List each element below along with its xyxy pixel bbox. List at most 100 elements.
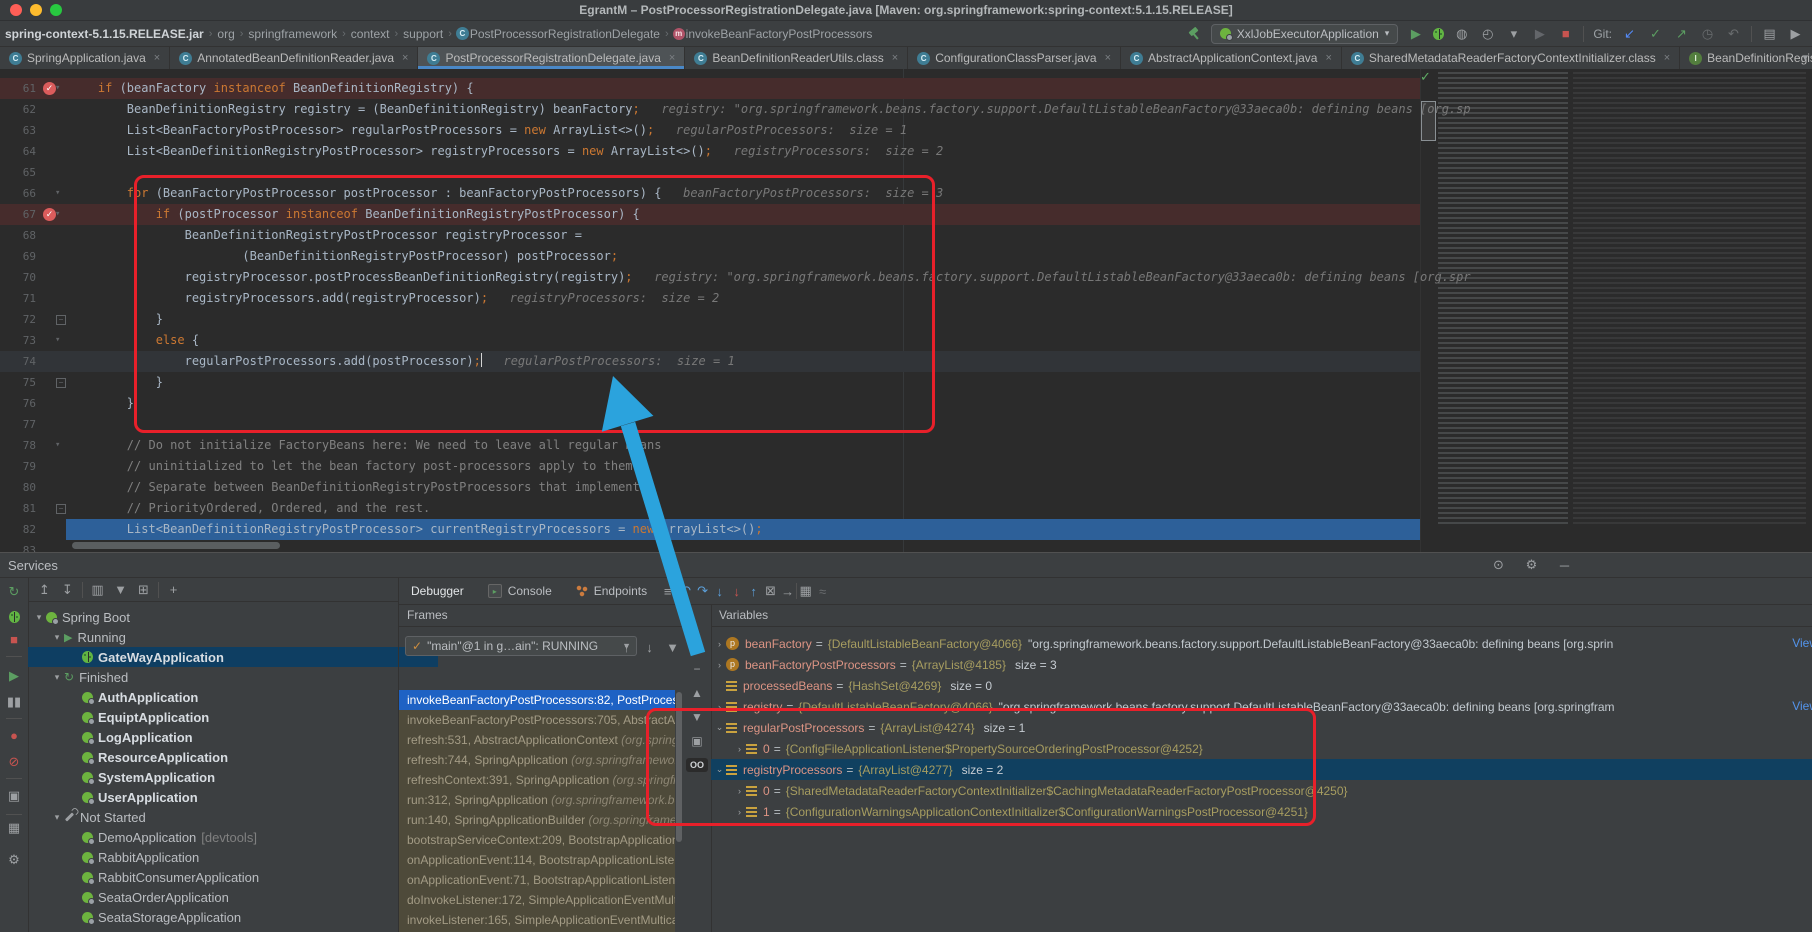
frames-next-frame-icon[interactable]: ↓	[641, 638, 658, 656]
frame-row[interactable]: onApplicationEvent:114, BootstrapApplica…	[399, 850, 675, 870]
code-line-82[interactable]: 82 List<BeanDefinitionRegistryPostProces…	[0, 519, 1420, 540]
git-rollback-icon[interactable]: ↶	[1725, 25, 1742, 43]
services-header-settings-icon[interactable]: ⚙	[1523, 556, 1540, 574]
toolwindow-project-structure-icon[interactable]: ▤	[1761, 25, 1778, 43]
view-link[interactable]: View	[1792, 633, 1812, 654]
toolbar-profiler-arrow-icon[interactable]: ▾	[1505, 25, 1522, 43]
view-link[interactable]: View	[1792, 696, 1812, 717]
hidden-tabs-icon[interactable]: ▾	[1802, 51, 1808, 64]
breadcrumb-item-method[interactable]: invokeBeanFactoryPostProcessors	[685, 27, 874, 41]
debugger-step-out-icon[interactable]: ↑	[745, 582, 762, 600]
frame-row[interactable]: refresh:744, SpringApplication (org.spri…	[399, 750, 675, 770]
debug-pause-icon[interactable]: ▮▮	[0, 694, 28, 710]
frame-row[interactable]: invokeBeanFactoryPostProcessors:705, Abs…	[399, 710, 675, 730]
debugger-trace-stream-icon[interactable]: ≈	[814, 582, 831, 600]
tab-annotatedbeandefinitionreader-java[interactable]: CAnnotatedBeanDefinitionReader.java×	[170, 47, 418, 69]
debug-resume-icon[interactable]: ▶	[0, 668, 28, 684]
close-icon[interactable]: ×	[402, 52, 408, 64]
variable-row-beanfactorypostprocessors[interactable]: ›pbeanFactoryPostProcessors={ArrayList@4…	[711, 654, 1812, 675]
close-icon[interactable]: ×	[1664, 52, 1670, 64]
service-item-systemapplication[interactable]: SystemApplication	[28, 767, 438, 787]
close-icon[interactable]: ×	[1105, 52, 1111, 64]
toolbar-debug-icon[interactable]	[1433, 28, 1444, 40]
remove-watch-icon[interactable]: −	[683, 662, 711, 676]
tab-console[interactable]: ▸Console	[476, 578, 564, 604]
tab-sharedmetadatareaderfactorycontextinitializer-class[interactable]: CSharedMetadataReaderFactoryContextIniti…	[1342, 47, 1680, 69]
git-update-project-icon[interactable]: ↙	[1621, 25, 1638, 43]
debug-mute-breakpoints-icon[interactable]: ●	[0, 728, 28, 743]
service-item-userapplication[interactable]: UserApplication	[28, 787, 438, 807]
fold-end-marker-icon[interactable]: −	[56, 504, 66, 514]
tab-configurationclassparser-java[interactable]: CConfigurationClassParser.java×	[908, 47, 1121, 69]
tab-debugger[interactable]: Debugger	[399, 578, 476, 604]
frames-filter-frames-icon[interactable]: ▼	[664, 638, 681, 656]
add-watch-icon[interactable]: +	[683, 638, 711, 652]
tab-springapplication-java[interactable]: CSpringApplication.java×	[0, 47, 170, 69]
close-icon[interactable]: ×	[1325, 52, 1331, 64]
service-item-gatewayapplication[interactable]: GateWayApplication	[28, 647, 438, 667]
debugger-layout-settings-icon[interactable]: ≡	[659, 582, 676, 600]
error-stripe[interactable]	[1420, 69, 1438, 552]
service-item-authapplication[interactable]: AuthApplication	[28, 687, 438, 707]
debug-no-breakpoints-icon[interactable]: ⊘	[0, 754, 28, 770]
frame-row[interactable]: onApplicationEvent:71, BootstrapApplicat…	[399, 870, 675, 890]
service-item-logapplication[interactable]: LogApplication	[28, 727, 438, 747]
breadcrumb-item-springframework[interactable]: springframework	[247, 27, 338, 41]
debugger-run-to-cursor-icon[interactable]: →	[779, 582, 796, 600]
frame-row[interactable]: refreshContext:391, SpringApplication (o…	[399, 770, 675, 790]
toolbar-run-icon[interactable]: ▶	[1407, 25, 1424, 43]
tab-abstractapplicationcontext-java[interactable]: CAbstractApplicationContext.java×	[1121, 47, 1342, 69]
breadcrumb-item-context[interactable]: context	[350, 27, 391, 41]
code-line-63[interactable]: 63 List<BeanFactoryPostProcessor> regula…	[0, 120, 1420, 141]
service-item-demoapplication[interactable]: DemoApplication[devtools]	[28, 827, 438, 847]
service-item-seatastorageapplication[interactable]: SeataStorageApplication	[28, 907, 438, 927]
service-item-running[interactable]: ▾▶Running	[28, 627, 420, 647]
tab-beandefinitionreaderutils-class[interactable]: CBeanDefinitionReaderUtils.class×	[685, 47, 908, 69]
fold-marker-icon[interactable]: ▾	[55, 204, 60, 225]
frame-row[interactable]: doInvokeListener:172, SimpleApplicationE…	[399, 890, 675, 910]
service-item-resourceapplication[interactable]: ResourceApplication	[28, 747, 438, 767]
chevron-icon[interactable]: ›	[713, 660, 726, 670]
debug-layout-icon[interactable]: ▦	[0, 820, 28, 836]
debugger-step-into-icon[interactable]: ↓	[711, 582, 728, 600]
build-hammer-icon[interactable]	[1187, 26, 1202, 41]
service-item-not-started[interactable]: ▾Not Started	[28, 807, 420, 827]
minimap[interactable]	[1438, 72, 1568, 527]
move-up-icon[interactable]: ▲	[683, 686, 711, 700]
toolbar-profiler-icon[interactable]: ◴	[1479, 25, 1496, 43]
debugger-drop-frame-icon[interactable]: ⊠	[762, 582, 779, 600]
toolbar-stop-icon[interactable]: ■	[1557, 25, 1574, 43]
service-item-rabbitapplication[interactable]: RabbitApplication	[28, 847, 438, 867]
frame-row[interactable]: refresh:531, AbstractApplicationContext …	[399, 730, 675, 750]
frame-row[interactable]: run:140, SpringApplicationBuilder (org.s…	[399, 810, 675, 830]
toolbar-run-disabled-icon[interactable]: ▶	[1531, 25, 1548, 43]
fold-marker-icon[interactable]: ▾	[55, 435, 60, 456]
code-line-64[interactable]: 64 List<BeanDefinitionRegistryPostProces…	[0, 141, 1420, 162]
code-line-62[interactable]: 62 BeanDefinitionRegistry registry = (Be…	[0, 99, 1420, 120]
tab-postprocessorregistrationdelegate-java[interactable]: CPostProcessorRegistrationDelegate.java×	[418, 47, 685, 69]
frames-prev-frame-icon[interactable]: ↑	[618, 638, 635, 656]
service-item-seataorderapplication[interactable]: SeataOrderApplication	[28, 887, 438, 907]
debugger-show-execution-point-icon[interactable]: ↶	[677, 582, 694, 600]
debug-stop-icon[interactable]: ■	[0, 632, 28, 647]
maximize-window-icon[interactable]	[50, 4, 62, 16]
debug-debug-icon[interactable]	[0, 611, 28, 626]
debug-settings-icon[interactable]: ⚙	[0, 852, 28, 868]
breadcrumb-item-support[interactable]: support	[402, 27, 444, 41]
code-line-61[interactable]: 61✓▾ if (beanFactory instanceof BeanDefi…	[0, 78, 1420, 99]
close-icon[interactable]: ×	[892, 52, 898, 64]
service-item-finished[interactable]: ▾↻Finished	[28, 667, 420, 687]
fold-end-marker-icon[interactable]: −	[56, 378, 66, 388]
tab-beandefinitionregistryp[interactable]: IBeanDefinitionRegistryP×	[1680, 47, 1812, 69]
git-commit-icon[interactable]: ✓	[1647, 25, 1664, 43]
code-line-78[interactable]: 78▾ // Do not initialize FactoryBeans he…	[0, 435, 1420, 456]
breadcrumb-item-spring-context-5-1-15-release-jar[interactable]: spring-context-5.1.15.RELEASE.jar	[4, 27, 205, 41]
service-item-equiptapplication[interactable]: EquiptApplication	[28, 707, 438, 727]
code-line-81[interactable]: 81− // PriorityOrdered, Ordered, and the…	[0, 498, 1420, 519]
service-item-rabbitconsumerapplication[interactable]: RabbitConsumerApplication	[28, 867, 438, 887]
traffic-lights[interactable]	[10, 4, 62, 16]
service-item-spring-boot[interactable]: ▾Spring Boot	[28, 607, 402, 627]
debugger-force-step-into-icon[interactable]: ↓	[728, 582, 745, 600]
frame-row[interactable]: invokeBeanFactoryPostProcessors:82, Post…	[399, 690, 675, 710]
close-icon[interactable]: ×	[154, 52, 160, 64]
